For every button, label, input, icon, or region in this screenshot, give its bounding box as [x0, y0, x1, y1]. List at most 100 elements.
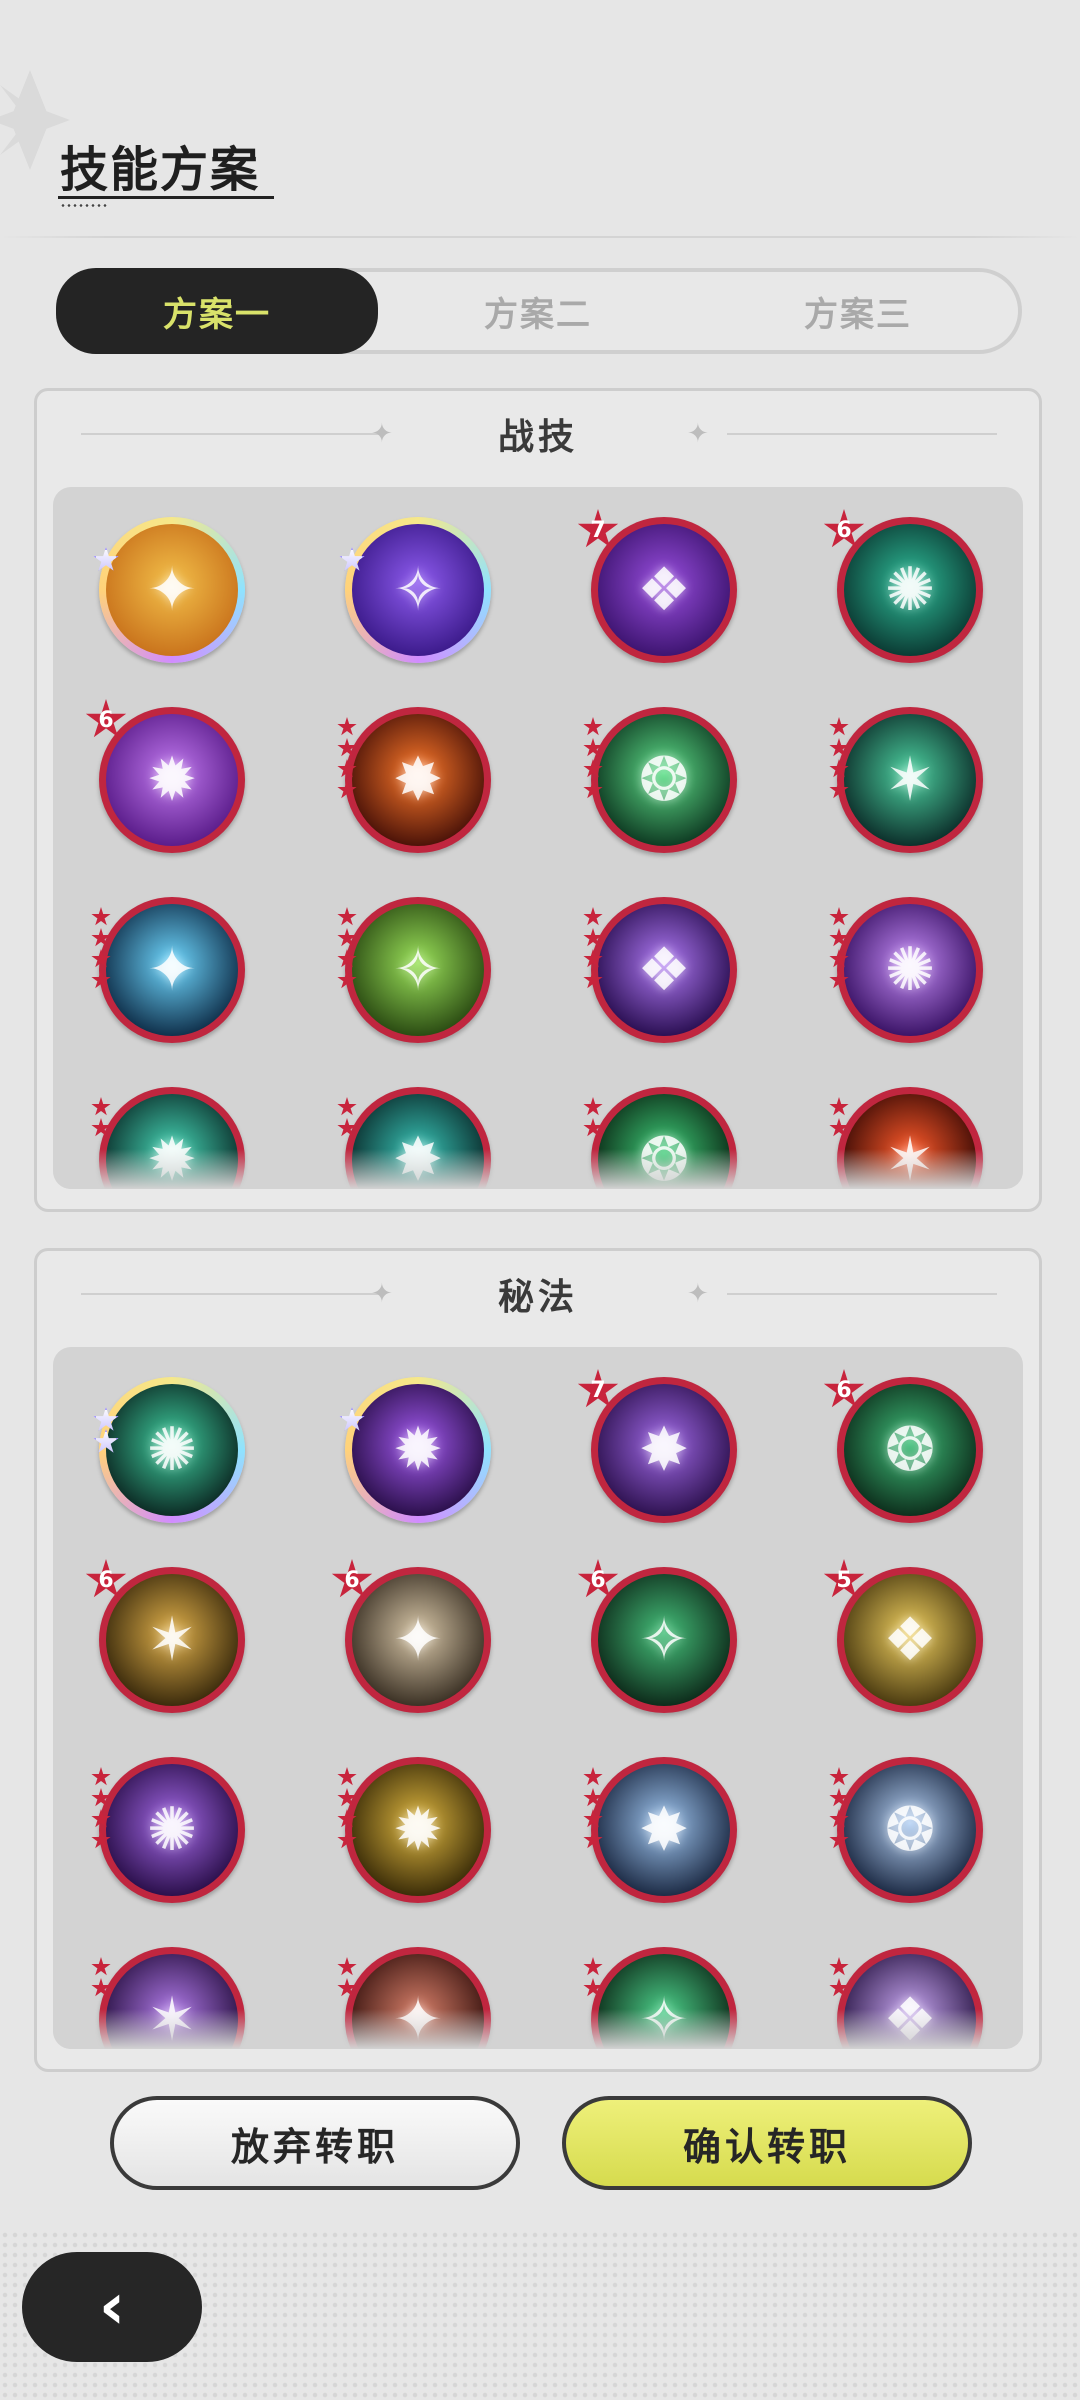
- rank-value: 6: [98, 1567, 114, 1593]
- star-rating: [583, 1767, 605, 1850]
- star-icon: [91, 1957, 111, 1976]
- blue-sparkle-icon: ❂: [844, 1764, 976, 1896]
- star-icon: [91, 1767, 111, 1786]
- skill-purple-vortex[interactable]: ✧: [339, 517, 491, 663]
- star-rating: [337, 717, 359, 800]
- skill-purple-bird[interactable]: ✸ 7: [590, 1377, 737, 1523]
- rank-badge: 6: [823, 1369, 865, 1411]
- rank-value: 5: [836, 1567, 852, 1593]
- star-icon: [337, 738, 357, 757]
- rank-value: 7: [590, 1377, 606, 1403]
- skill-thorn-vine[interactable]: ✶: [829, 707, 983, 853]
- star-icon: [337, 1978, 357, 1997]
- skill-blue-gem[interactable]: ✸: [583, 1757, 737, 1903]
- star-icon: [583, 780, 603, 799]
- rank-value: 6: [836, 517, 852, 543]
- star-icon: [829, 1097, 849, 1116]
- secret-arts-header: ✦ 秘法 ✦: [37, 1251, 1039, 1337]
- star-icon: [91, 1978, 111, 1997]
- rank-badge: 7: [577, 1369, 619, 1411]
- rank-value: 6: [836, 1377, 852, 1403]
- star-rating: [91, 907, 113, 990]
- thorn-vine-icon: ✶: [844, 714, 976, 846]
- skill-green-glyph[interactable]: ✧ 6: [590, 1567, 737, 1713]
- tab-plan-2[interactable]: 方案二: [378, 272, 698, 350]
- skill-gold-dash[interactable]: ✹: [337, 1757, 491, 1903]
- sparkle-icon: ✦: [687, 419, 709, 449]
- combat-skills-header: ✦ 战技 ✦: [37, 391, 1039, 477]
- star-icon: [583, 1830, 603, 1849]
- rank-badge: 7: [577, 509, 619, 551]
- star-rating: [829, 1767, 851, 1850]
- star-icon: [91, 907, 111, 926]
- skill-ice-crystal[interactable]: ✦: [91, 897, 245, 1043]
- header-divider: [0, 236, 1080, 238]
- skill-silver-figure[interactable]: ✦ 6: [344, 1567, 491, 1713]
- star-icon: [583, 717, 603, 736]
- skill-gold-figure[interactable]: ✶ 6: [98, 1567, 245, 1713]
- star-icon: [91, 1097, 111, 1116]
- confirm-class-change-button[interactable]: 确认转职: [562, 2096, 972, 2190]
- rank-value: 6: [590, 1567, 606, 1593]
- star-icon: [337, 949, 357, 968]
- star-icon: [337, 1809, 357, 1828]
- secret-arts-grid[interactable]: ✺✹✸7❂6✶6✦6✧6❖5✺✹✸❂✶✦✧❖: [53, 1347, 1023, 2049]
- combat-skill-grid[interactable]: ✦✧❖7✺6✹6✸❂✶✦✧❖✺✹✸❂✶: [53, 487, 1023, 1189]
- skill-purple-rune[interactable]: ✹ 6: [98, 707, 245, 853]
- star-icon: [91, 970, 111, 989]
- skill-green-comet[interactable]: ❂: [583, 707, 737, 853]
- skill-green-wings[interactable]: ❂ 6: [836, 1377, 983, 1523]
- skill-purple-golem[interactable]: ✺: [829, 897, 983, 1043]
- star-icon: [829, 1788, 849, 1807]
- star-icon: [829, 970, 849, 989]
- star-rating: [583, 907, 605, 990]
- skill-green-spirit[interactable]: ✺ 6: [836, 517, 983, 663]
- star-icon: [829, 949, 849, 968]
- star-icon: [337, 907, 357, 926]
- star-icon: [337, 1097, 357, 1116]
- skill-gold-upgrade[interactable]: ❖ 5: [836, 1567, 983, 1713]
- page-title: 技能方案: [60, 142, 261, 198]
- tab-plan-3[interactable]: 方案三: [698, 272, 1018, 350]
- skill-star-burst[interactable]: ❖: [583, 897, 737, 1043]
- back-chevron-icon: ‹: [98, 2270, 126, 2344]
- purple-orb-icon: ✹: [352, 1384, 484, 1516]
- star-icon: [337, 1767, 357, 1786]
- sparkle-icon: ✦: [687, 1279, 709, 1309]
- gold-dash-icon: ✹: [352, 1764, 484, 1896]
- star-icon: [337, 970, 357, 989]
- green-figure-icon: ✺: [106, 1384, 238, 1516]
- rank-badge: 6: [577, 1559, 619, 1601]
- rank-badge: 6: [823, 509, 865, 551]
- tab-plan-1[interactable]: 方案一: [56, 268, 378, 354]
- star-icon: [829, 1809, 849, 1828]
- star-rating: [583, 717, 605, 800]
- skill-blue-sparkle[interactable]: ❂: [829, 1757, 983, 1903]
- star-rating: [829, 907, 851, 990]
- back-button[interactable]: ‹: [22, 2252, 202, 2362]
- star-icon: [337, 780, 357, 799]
- secret-arts-panel: ✦ 秘法 ✦ ✺✹✸7❂6✶6✦6✧6❖5✺✹✸❂✶✦✧❖: [34, 1248, 1042, 2072]
- skill-fire-swirl[interactable]: ✸: [337, 707, 491, 853]
- star-icon: [583, 970, 603, 989]
- skill-purple-heart[interactable]: ✺: [91, 1757, 245, 1903]
- skill-purple-orb[interactable]: ✹: [339, 1377, 491, 1523]
- skill-golden-totem[interactable]: ✦: [93, 517, 245, 663]
- star-icon: [583, 1957, 603, 1976]
- star-icon: [829, 928, 849, 947]
- skill-purple-shield[interactable]: ❖ 7: [590, 517, 737, 663]
- star-rating: [91, 1957, 113, 1998]
- skill-tree-stump[interactable]: ✧: [337, 897, 491, 1043]
- star-icon: [829, 1957, 849, 1976]
- rank-badge: 6: [85, 699, 127, 741]
- rank-badge: 5: [823, 1559, 865, 1601]
- purple-heart-icon: ✺: [106, 1764, 238, 1896]
- rank-value: 6: [344, 1567, 360, 1593]
- abandon-class-change-button[interactable]: 放弃转职: [110, 2096, 520, 2190]
- star-icon: [583, 1788, 603, 1807]
- rank-value: 6: [98, 707, 114, 733]
- ice-crystal-icon: ✦: [106, 904, 238, 1036]
- star-rating: [337, 907, 359, 990]
- combat-skills-panel: ✦ 战技 ✦ ✦✧❖7✺6✹6✸❂✶✦✧❖✺✹✸❂✶: [34, 388, 1042, 1212]
- skill-green-figure[interactable]: ✺: [93, 1377, 245, 1523]
